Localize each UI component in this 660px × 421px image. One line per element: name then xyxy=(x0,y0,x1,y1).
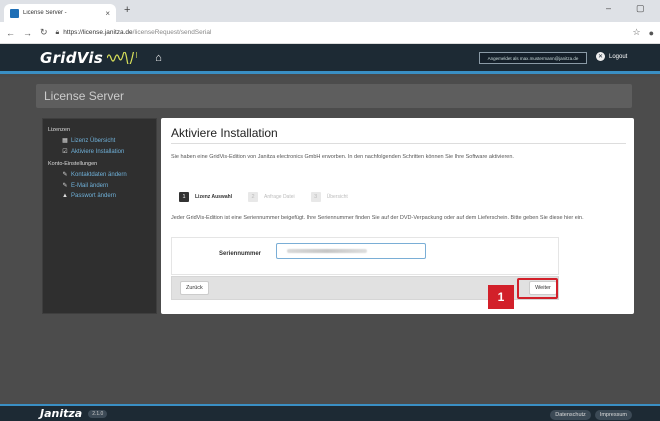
sidebar-item-password[interactable]: ▲ Passwort ändern xyxy=(48,193,151,199)
step-label: Lizenz Auswahl xyxy=(195,194,233,200)
browser-tab[interactable]: License Server - × xyxy=(4,4,116,22)
home-icon[interactable]: ⌂ xyxy=(155,52,162,64)
address-bar: ← → ↻ 🔒︎ https://license.janitza.de/lice… xyxy=(0,22,660,44)
serial-number-input[interactable] xyxy=(276,243,426,259)
sidebar-item-email[interactable]: ✎ E-Mail ändern xyxy=(48,182,151,190)
logout-label: Logout xyxy=(609,53,628,60)
blurred-serial-value xyxy=(287,249,367,253)
sidebar-item-label: Lizenz Übersicht xyxy=(71,137,116,144)
star-icon[interactable]: ☆ xyxy=(632,27,640,38)
step-label: Anfrage Datei xyxy=(264,194,295,200)
content-card: Aktiviere Installation Sie haben eine Gr… xyxy=(161,118,634,314)
serial-number-label: Seriennummer xyxy=(219,251,262,257)
sidebar-section-account: Konto-Einstellungen xyxy=(48,161,98,167)
content-title: Aktiviere Installation xyxy=(171,126,278,140)
sidebar-item-label: E-Mail ändern xyxy=(71,182,109,189)
gridvis-logo: GridVis xyxy=(40,48,104,67)
logout-icon: ✕ xyxy=(596,52,605,61)
close-tab-icon[interactable]: × xyxy=(105,9,110,18)
back-arrow-icon[interactable]: ← xyxy=(6,28,15,38)
list-icon: ▦ xyxy=(62,138,68,144)
wave-logo-icon xyxy=(107,51,138,64)
step-overview: 3 Übersicht xyxy=(310,192,348,202)
sidebar-item-contact-data[interactable]: ✎ Kontaktdaten ändern xyxy=(48,171,151,179)
lock-icon: 🔒︎ xyxy=(55,28,60,36)
tab-title: License Server - xyxy=(23,10,67,16)
back-button[interactable]: Zurück xyxy=(180,281,209,295)
serial-form: Seriennummer xyxy=(171,237,559,275)
logged-in-user: Angemeldet als max.mustermann@janitza.de xyxy=(479,52,587,64)
sidebar-item-activate-installation[interactable]: ☑ Aktiviere Installation xyxy=(48,148,151,156)
step-number: 1 xyxy=(179,192,189,202)
sidebar-item-label: Aktiviere Installation xyxy=(71,148,125,155)
sidebar-item-label: Kontaktdaten ändern xyxy=(71,171,127,178)
step-label: Übersicht xyxy=(326,194,348,200)
step-callout-badge: 1 xyxy=(488,285,514,309)
divider xyxy=(171,143,626,144)
version-badge: 2.1.0 xyxy=(88,409,108,418)
serial-description: Jeder GridVis-Edition ist eine Seriennum… xyxy=(171,215,584,221)
wizard-steps: 1 Lizenz Auswahl 2 Anfrage Datei 3 Übers… xyxy=(179,192,364,202)
logout-button[interactable]: ✕ Logout xyxy=(596,52,627,61)
url-field[interactable]: https://license.janitza.de/licenseReques… xyxy=(63,29,624,36)
reload-icon[interactable]: ↻ xyxy=(40,27,48,38)
maximize-icon[interactable]: ▢ xyxy=(636,3,645,14)
checkbox-icon: ☑ xyxy=(62,149,68,155)
forward-arrow-icon[interactable]: → xyxy=(23,28,32,38)
imprint-link[interactable]: Impressum xyxy=(594,410,632,420)
new-tab-button[interactable]: + xyxy=(124,4,130,16)
sidebar-item-label: Passwort ändern xyxy=(71,193,117,199)
step-license-selection: 1 Lizenz Auswahl xyxy=(179,192,232,202)
sidebar-item-license-overview[interactable]: ▦ Lizenz Übersicht xyxy=(48,137,151,145)
favicon-icon xyxy=(10,8,19,18)
step-number: 3 xyxy=(310,192,321,202)
sidebar: Lizenzen ▦ Lizenz Übersicht ☑ Aktiviere … xyxy=(42,118,157,314)
user-edit-icon: ✎ xyxy=(62,172,68,178)
sidebar-section-licenses: Lizenzen xyxy=(48,127,71,133)
step-number: 2 xyxy=(248,192,259,202)
step-request-file: 2 Anfrage Datei xyxy=(248,192,295,202)
profile-icon[interactable]: ● xyxy=(649,28,654,38)
minimize-icon[interactable]: – xyxy=(606,3,611,13)
lock-icon: ▲ xyxy=(62,193,68,199)
privacy-link[interactable]: Datenschutz xyxy=(550,410,591,420)
footer: Janitza 2.1.0 Datenschutz Impressum xyxy=(0,404,660,421)
footer-links: Datenschutz Impressum xyxy=(546,410,632,420)
page-title: License Server xyxy=(36,84,632,108)
browser-tab-bar: License Server - × + – ▢ xyxy=(0,0,660,22)
next-button-highlight xyxy=(517,278,558,299)
user-edit-icon: ✎ xyxy=(62,183,68,189)
janitza-logo: Janitza xyxy=(40,407,83,420)
intro-text: Sie haben eine GridVis-Edition von Janit… xyxy=(171,154,514,160)
